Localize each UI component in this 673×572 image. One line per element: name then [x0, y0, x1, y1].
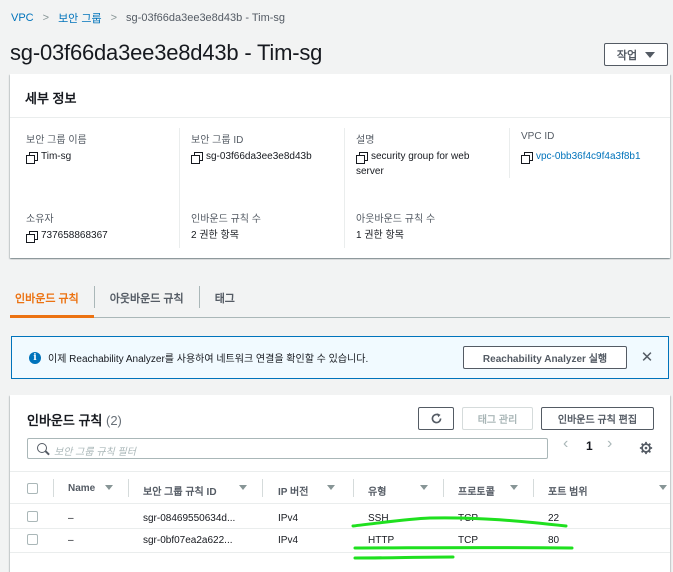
caret-down-icon	[645, 51, 656, 58]
field-label-sg-name: 보안 그룹 이름	[26, 135, 87, 146]
highlight-annotation	[351, 516, 574, 560]
sg-id-text: sg-03f66da3ee3e8d43b	[206, 151, 312, 162]
close-icon[interactable]: ✕	[638, 347, 656, 367]
breadcrumb-separator: >	[42, 12, 50, 24]
sg-name-text: Tim-sg	[41, 151, 72, 162]
copy-icon[interactable]	[26, 231, 38, 243]
copy-icon[interactable]	[26, 152, 38, 164]
tab-outbound-rules[interactable]: 아웃바운드 규칙	[105, 280, 199, 318]
divider	[509, 128, 510, 178]
divider	[179, 128, 180, 248]
actions-button[interactable]: 작업	[604, 43, 668, 66]
reachability-analyzer-button[interactable]: Reachability Analyzer 실행	[463, 346, 627, 369]
actions-button-label: 작업	[616, 49, 638, 62]
copy-icon[interactable]	[191, 152, 203, 164]
description-text-line2: server	[356, 166, 384, 177]
info-icon: i	[29, 352, 41, 364]
copy-icon[interactable]	[521, 152, 533, 164]
divider	[344, 128, 345, 248]
field-label-vpc-id: VPC ID	[521, 131, 555, 142]
copy-icon[interactable]	[356, 152, 368, 164]
page-title: sg-03f66da3ee3e8d43b - Tim-sg	[10, 40, 323, 65]
field-label-description: 설명	[356, 135, 375, 146]
field-label-outbound-count: 아웃바운드 규칙 수	[356, 214, 436, 225]
inbound-rules-panel: 인바운드 규칙 (2) 태그 관리 인바운드 규칙 편집 보안 그룹 규칙 필터…	[10, 395, 670, 572]
tab-bar: 인바운드 규칙 아웃바운드 규칙 태그	[10, 280, 670, 318]
field-label-sg-id: 보안 그룹 ID	[191, 135, 244, 146]
tab-tags[interactable]: 태그	[210, 280, 250, 318]
breadcrumb-current: sg-03f66da3ee3e8d43b - Tim-sg	[126, 12, 286, 24]
breadcrumb-separator: >	[110, 12, 118, 24]
field-value-inbound-count: 2 권한 항목	[191, 230, 239, 241]
field-value-description: security group for web	[356, 150, 469, 164]
breadcrumb-vpc-link[interactable]: VPC	[11, 12, 34, 24]
info-alert: i 이제 Reachability Analyzer를 사용하여 네트워크 연결…	[11, 336, 669, 379]
breadcrumb-security-groups-link[interactable]: 보안 그룹	[58, 10, 102, 26]
field-value-sg-id: sg-03f66da3ee3e8d43b	[191, 150, 312, 164]
field-label-owner: 소유자	[26, 214, 54, 225]
details-panel: 세부 정보 보안 그룹 이름 Tim-sg 보안 그룹 ID sg-03f66d…	[10, 74, 670, 258]
alert-text: 이제 Reachability Analyzer를 사용하여 네트워크 연결을 …	[48, 354, 369, 365]
field-value-vpc-id: vpc-0bb36f4c9f4a3f8b1	[521, 150, 641, 164]
description-text: security group for web	[371, 151, 470, 162]
vpc-id-link[interactable]: vpc-0bb36f4c9f4a3f8b1	[536, 150, 641, 164]
tab-divider	[93, 286, 95, 308]
breadcrumb: VPC > 보안 그룹 > sg-03f66da3ee3e8d43b - Tim…	[11, 10, 285, 26]
field-value-owner: 737658868367	[26, 229, 108, 243]
field-label-inbound-count: 인바운드 규칙 수	[191, 214, 261, 225]
tab-divider	[198, 286, 200, 308]
details-header: 세부 정보	[10, 74, 670, 118]
owner-text: 737658868367	[41, 230, 108, 241]
field-value-outbound-count: 1 권한 항목	[356, 230, 404, 241]
field-value-sg-name: Tim-sg	[26, 150, 71, 164]
tab-inbound-rules[interactable]: 인바운드 규칙	[10, 280, 94, 318]
